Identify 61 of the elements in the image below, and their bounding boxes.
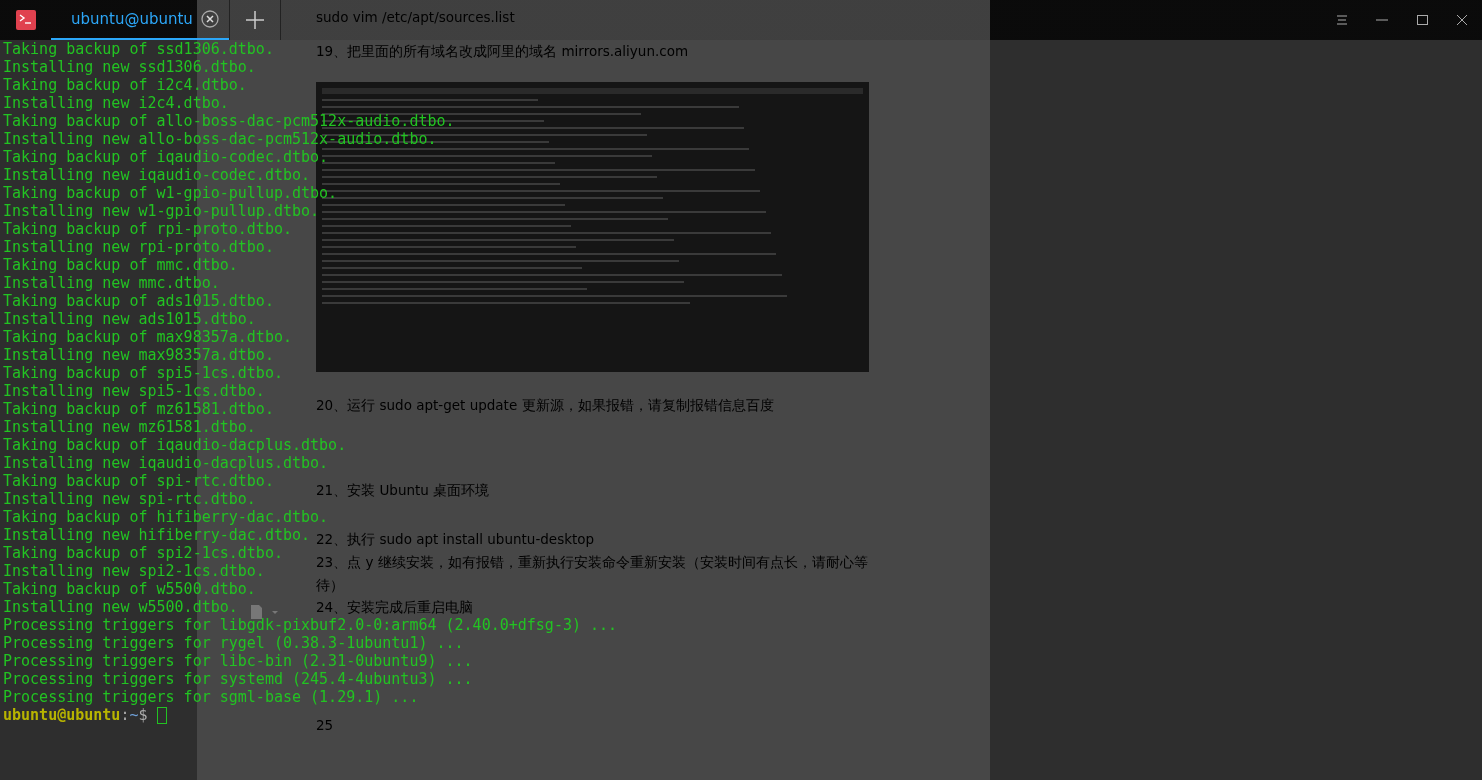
terminal-output-line: Taking backup of w5500.dtbo. <box>3 580 256 598</box>
document-text: sudo vim /etc/apt/sources.list <box>316 9 515 25</box>
terminal-output-line: Taking backup of spi2-1cs.dtbo. <box>3 544 283 562</box>
minimize-icon <box>1376 19 1388 21</box>
terminal-output-line: Installing new spi-rtc.dtbo. <box>3 490 256 508</box>
terminal-output-line: Installing new hifiberry-dac.dtbo. <box>3 526 311 544</box>
terminal-output-line: Taking backup of mmc.dtbo. <box>3 256 238 274</box>
terminal-tab[interactable]: ubuntu@ubuntu <box>51 0 229 40</box>
document-text: 21、安装 Ubuntu 桌面环境 <box>316 482 490 500</box>
close-icon[interactable] <box>200 10 219 28</box>
terminal-output-line: Taking backup of iqaudio-dacplus.dtbo. <box>3 436 347 454</box>
text-cursor <box>156 706 167 724</box>
terminal-output-line: Processing triggers for libc-bin (2.31-0ubuntu9) ... <box>3 652 473 670</box>
prompt-separator: : <box>120 706 130 724</box>
terminal-output-line: Installing new ssd1306.dtbo. <box>3 58 256 76</box>
prompt-path: ~ <box>129 706 139 724</box>
terminal-output-line: Installing new mmc.dtbo. <box>3 274 220 292</box>
terminal-output-line: Installing new iqaudio-dacplus.dtbo. <box>3 454 329 472</box>
terminal-output-line: Installing new spi5-1cs.dtbo. <box>3 382 265 400</box>
plus-icon <box>244 10 265 30</box>
terminal-output-line: Installing new rpi-proto.dtbo. <box>3 238 274 256</box>
terminal-output-line: Taking backup of i2c4.dtbo. <box>3 76 247 94</box>
document-text: 24、安装完成后重启电脑 <box>316 599 474 617</box>
terminal-output-line: Installing new w5500.dtbo. <box>3 598 238 616</box>
terminal-output-line: Taking backup of spi5-1cs.dtbo. <box>3 364 283 382</box>
terminal-output-line: Processing triggers for libgdk-pixbuf2.0-0:arm64 (2.40.0+dfsg-3) ... <box>3 616 618 634</box>
close-icon <box>1457 15 1467 25</box>
document-text: 23、点 y 继续安装，如有报错，重新执行安装命令重新安装（安装时间有点长，请耐心等 <box>316 554 868 572</box>
maximize-icon <box>1416 15 1428 25</box>
terminal-output-line: Taking backup of iqaudio-codec.dtbo. <box>3 148 329 166</box>
menu-icon <box>1336 14 1348 26</box>
new-tab-button[interactable] <box>228 0 281 40</box>
document-icon[interactable] <box>250 604 278 620</box>
document-text: 19、把里面的所有域名改成阿里的域名 mirrors.aliyun.com <box>316 43 689 61</box>
terminal-output-line: Taking backup of hifiberry-dac.dtbo. <box>3 508 329 526</box>
terminal-output-line: Installing new ads1015.dtbo. <box>3 310 256 328</box>
terminal-output-line: Installing new i2c4.dtbo. <box>3 94 229 112</box>
prompt-user-host: ubuntu@ubuntu <box>3 706 121 724</box>
terminal-output-line: Installing new spi2-1cs.dtbo. <box>3 562 265 580</box>
terminal-output-line: Taking backup of w1-gpio-pullup.dtbo. <box>3 184 338 202</box>
prompt-symbol: $ <box>138 706 148 724</box>
terminal-output-line: Processing triggers for rygel (0.38.3-1ubuntu1) ... <box>3 634 464 652</box>
terminal-output-line: Processing triggers for systemd (245.4-4ubuntu3) ... <box>3 670 473 688</box>
document-text: 22、执行 sudo apt install ubuntu-desktop <box>316 531 595 549</box>
terminal-output-line: Taking backup of ssd1306.dtbo. <box>3 40 274 58</box>
terminal-output-line: Taking backup of max98357a.dtbo. <box>3 328 292 346</box>
terminal-output-line: Taking backup of mz61581.dtbo. <box>3 400 274 418</box>
terminal-output-line: Taking backup of spi-rtc.dtbo. <box>3 472 274 490</box>
document-text: 25 <box>316 717 334 733</box>
terminal-output-line: Taking backup of rpi-proto.dtbo. <box>3 220 292 238</box>
terminal-output-line: Taking backup of ads1015.dtbo. <box>3 292 274 310</box>
terminal-output-line: Taking backup of allo-boss-dac-pcm512x-audio.dtbo. <box>3 112 455 130</box>
terminal-output-line: Installing new w1-gpio-pullup.dtbo. <box>3 202 320 220</box>
document-text: 待） <box>316 577 344 595</box>
terminal-logo-icon <box>16 10 36 30</box>
terminal-output-line: Installing new iqaudio-codec.dtbo. <box>3 166 311 184</box>
terminal-output-line: Installing new allo-boss-dac-pcm512x-audio.dtbo. <box>3 130 437 148</box>
terminal-output-line: Processing triggers for sgml-base (1.29.1) ... <box>3 688 419 706</box>
document-text: 20、运行 sudo apt-get update 更新源，如果报错，请复制报错信息百度 <box>316 397 774 415</box>
terminal-output-line: Installing new max98357a.dtbo. <box>3 346 274 364</box>
terminal-output-line: Installing new mz61581.dtbo. <box>3 418 256 436</box>
